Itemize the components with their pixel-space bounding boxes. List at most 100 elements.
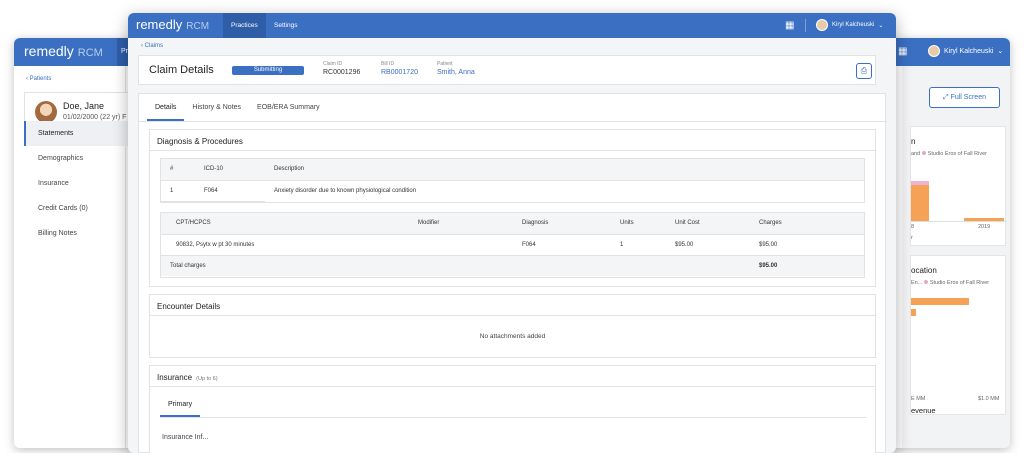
- cell: F064: [513, 234, 611, 256]
- total-label: Total charges: [161, 255, 750, 276]
- axis-label: 2019: [978, 224, 991, 230]
- chart-legend: En... Studio Eros of Fall River: [911, 280, 990, 286]
- chart-card-location: ocation En... Studio Eros of Fall River …: [910, 255, 1006, 415]
- chart-legend: and Studio Eros of Fall River: [911, 151, 988, 157]
- axis-label: r: [911, 235, 913, 241]
- printer-icon: ⎙: [860, 66, 868, 75]
- status-badge: Submitting: [232, 66, 304, 75]
- procedure-table: CPT/HCPCS Modifier Diagnosis Units Unit …: [160, 212, 865, 278]
- divider: [150, 315, 875, 316]
- table-header-row: CPT/HCPCS Modifier Diagnosis Units Unit …: [161, 213, 864, 235]
- nav-settings[interactable]: Settings: [266, 13, 306, 38]
- col-header: CPT/HCPCS: [161, 213, 409, 235]
- col-header: ICD-10: [195, 159, 265, 181]
- cell: F064: [195, 180, 265, 202]
- chevron-down-icon: ⌄: [878, 22, 884, 29]
- full-screen-button[interactable]: ⤢ Full Screen: [929, 87, 1000, 108]
- divider: [139, 121, 887, 122]
- cell: Anxiety disorder due to known physiologi…: [274, 187, 417, 194]
- tab-eob-era-summary[interactable]: EOB/ERA Summary: [249, 104, 328, 121]
- section-title: Diagnosis & Procedures: [157, 137, 243, 146]
- table-row: 90832, Psytx w pt 30 minutes F064 1 $95.…: [161, 234, 864, 256]
- tab-primary[interactable]: Primary: [160, 401, 201, 417]
- col-header: Diagnosis: [513, 213, 611, 235]
- print-button[interactable]: ⎙: [856, 63, 872, 79]
- axis-label: E MM: [911, 396, 926, 402]
- menu-item-insurance[interactable]: Insurance: [24, 171, 136, 196]
- avatar: [928, 45, 940, 57]
- card-title: n: [911, 137, 916, 146]
- apps-grid-icon[interactable]: ▦: [785, 20, 794, 31]
- col-header: Description: [265, 159, 864, 181]
- card-title: ocation: [911, 266, 937, 275]
- claim-window: remedly RCM Practices Settings ▦ Kiryl Ka…: [128, 13, 896, 453]
- menu-item-statements[interactable]: Statements: [24, 121, 136, 146]
- divider: [150, 150, 875, 151]
- menu-item-billing-notes[interactable]: Billing Notes: [24, 221, 136, 246]
- chevron-down-icon: ⌄: [997, 48, 1004, 55]
- total-value: $95.00: [750, 255, 864, 276]
- col-header: Modifier: [409, 213, 513, 235]
- nav-practices[interactable]: Practices: [223, 13, 266, 38]
- total-row: Total charges $95.00: [161, 255, 864, 276]
- back-user-menu[interactable]: Kiryl Kalcheuski ⌄: [928, 45, 1003, 57]
- card-caption: evenue: [911, 406, 936, 415]
- logo[interactable]: remedly RCM: [136, 17, 209, 32]
- tab-history-notes[interactable]: History & Notes: [184, 104, 249, 121]
- patients-back-link[interactable]: ‹ Patients: [26, 76, 51, 82]
- diagnosis-section: Diagnosis & Procedures # ICD-10 Descript…: [149, 129, 876, 287]
- axis-label: $1.0 MM: [978, 396, 1000, 402]
- insurance-section: Insurance (Up to 6) Primary Insurance Inf…: [149, 365, 876, 453]
- expand-icon: ⤢: [943, 94, 949, 101]
- patient-name: Doe, Jane: [63, 101, 105, 111]
- col-header: Units: [611, 213, 666, 235]
- col-header: #: [161, 159, 195, 181]
- menu-item-credit-cards[interactable]: Credit Cards (0): [24, 196, 136, 221]
- col-header: Charges: [750, 213, 864, 235]
- user-menu[interactable]: Kiryl Kalcheuski ⌄: [816, 19, 883, 31]
- encounter-section: Encounter Details No attachments added: [149, 294, 876, 358]
- chart-bar: [911, 309, 916, 316]
- icd-table: # ICD-10 Description 1 F064 Anxiety diso…: [160, 158, 865, 203]
- chart-bar: [911, 298, 969, 305]
- cell: $95.00: [750, 234, 864, 256]
- divider: [160, 417, 866, 418]
- right-panel: ⤢ Full Screen n and Studio Eros of Fall …: [902, 66, 1010, 448]
- menu-item-demographics[interactable]: Demographics: [24, 146, 136, 171]
- cell: [409, 234, 513, 256]
- bill-id[interactable]: Bill ID RB0001720: [381, 61, 418, 76]
- page-title: Claim Details: [149, 64, 214, 76]
- cell: 1: [161, 180, 195, 202]
- tab-details[interactable]: Details: [147, 104, 185, 121]
- avatar: [816, 19, 828, 31]
- back-logo[interactable]: remedly RCM: [24, 43, 103, 59]
- apps-grid-icon[interactable]: ▦: [898, 46, 910, 58]
- claim-header: Claim Details Submitting Claim ID RC0001…: [138, 55, 876, 85]
- claim-body: Details History & Notes EOB/ERA Summary …: [138, 93, 887, 453]
- claim-id: Claim ID RC0001296: [323, 61, 361, 76]
- cell: $95.00: [666, 234, 750, 256]
- empty-state: No attachments added: [479, 333, 546, 340]
- table-header-row: # ICD-10 Description: [161, 159, 864, 181]
- section-title: Encounter Details: [157, 302, 221, 311]
- col-header: Unit Cost: [666, 213, 750, 235]
- divider: [805, 19, 806, 32]
- chart-bar: [911, 181, 929, 221]
- axis-label: 8: [911, 224, 915, 230]
- cell: 1: [611, 234, 666, 256]
- top-bar: remedly RCM Practices Settings ▦ Kiryl Ka…: [128, 13, 896, 38]
- patient-dob: 01/02/2000 (22 yr) F: [63, 114, 127, 121]
- section-title: Insurance (Up to 6): [157, 373, 218, 382]
- breadcrumb[interactable]: ‹ Claims: [141, 43, 163, 49]
- patient-avatar: [35, 101, 57, 123]
- chart-bar-stack: [911, 181, 929, 185]
- divider: [150, 386, 875, 387]
- patient-link[interactable]: Patient Smith, Anna: [437, 61, 475, 76]
- chart-axis: [911, 221, 1007, 222]
- table-row: 1 F064 Anxiety disorder due to known phy…: [161, 180, 864, 202]
- cell: 90832, Psytx w pt 30 minutes: [161, 234, 409, 256]
- patient-menu: Statements Demographics Insurance Credit…: [24, 121, 136, 246]
- chart-card-top: n and Studio Eros of Fall River 8 2019 r: [910, 126, 1007, 246]
- insurance-info-label: Insurance Inf...: [162, 434, 209, 441]
- claim-tabs: Details History & Notes EOB/ERA Summary: [147, 104, 328, 121]
